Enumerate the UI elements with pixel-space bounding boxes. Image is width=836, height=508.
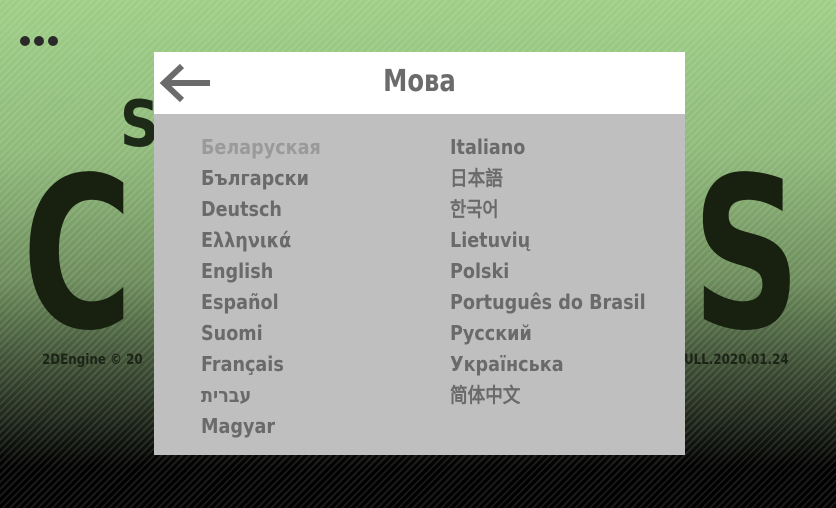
dialog-header: Мова: [154, 52, 685, 114]
dot: [20, 36, 30, 46]
language-item-hebrew[interactable]: עברית: [201, 380, 321, 411]
background-title-letter-right: S: [692, 132, 801, 377]
language-item-belarusian[interactable]: Беларуская: [201, 132, 321, 163]
menu-dots-icon[interactable]: [20, 36, 58, 46]
language-item-hungarian[interactable]: Magyar: [201, 411, 321, 442]
language-item-greek[interactable]: Ελληνικά: [201, 225, 321, 256]
language-dialog: Мова Беларуская Български Deutsch Ελληνι…: [154, 52, 685, 455]
language-list-left: Беларуская Български Deutsch Ελληνικά En…: [201, 132, 337, 442]
language-item-finnish[interactable]: Suomi: [201, 318, 321, 349]
dialog-title: Мова: [383, 64, 456, 99]
language-item-lithuanian[interactable]: Lietuvių: [450, 225, 646, 256]
language-item-bulgarian[interactable]: Български: [201, 163, 321, 194]
language-item-russian[interactable]: Русский: [450, 318, 646, 349]
language-item-ukrainian[interactable]: Українська: [450, 349, 646, 380]
language-item-italian[interactable]: Italiano: [450, 132, 646, 163]
dot: [48, 36, 58, 46]
dot: [34, 36, 44, 46]
language-list-right: Italiano 日本語 한국어 Lietuvių Polski Portugu…: [450, 132, 672, 411]
language-item-german[interactable]: Deutsch: [201, 194, 321, 225]
language-item-portuguese-brazil[interactable]: Português do Brasil: [450, 287, 646, 318]
language-item-polish[interactable]: Polski: [450, 256, 646, 287]
language-item-chinese-simplified[interactable]: 简体中文: [450, 380, 646, 411]
build-version: ULL.2020.01.24: [684, 352, 789, 368]
engine-copyright: 2DEngine © 20: [42, 352, 143, 368]
language-item-korean[interactable]: 한국어: [450, 194, 646, 225]
language-item-french[interactable]: Français: [201, 349, 321, 380]
background-title-letter-left: C: [22, 132, 133, 377]
language-item-english[interactable]: English: [201, 256, 321, 287]
language-item-spanish[interactable]: Español: [201, 287, 321, 318]
language-item-japanese[interactable]: 日本語: [450, 163, 646, 194]
